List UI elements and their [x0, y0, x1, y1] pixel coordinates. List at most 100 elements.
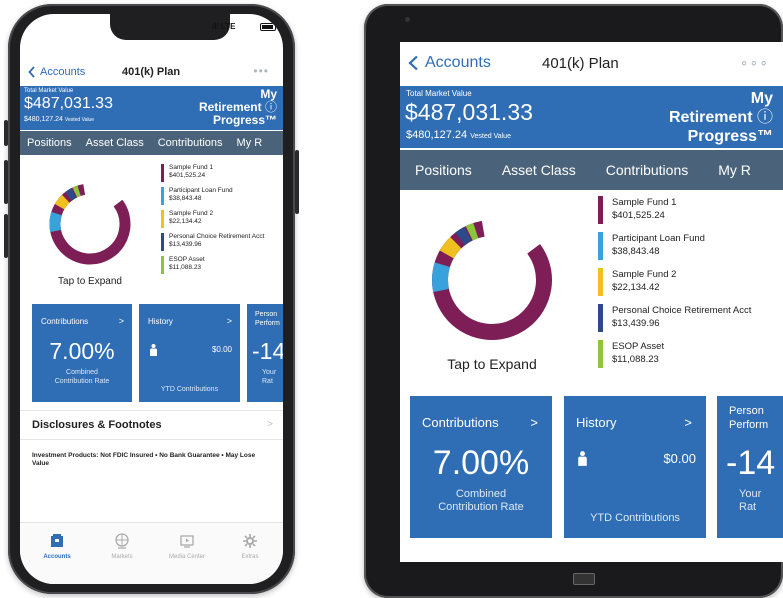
bottom-tab-label: Accounts [43, 554, 71, 560]
phone-progress-line-3: Progress™ [212, 113, 277, 127]
card-title: Contributions [41, 317, 89, 326]
bottom-tab-markets[interactable]: Markets [97, 533, 147, 560]
legend-fund-name: Personal Choice Retirement Acct [612, 305, 752, 316]
legend-item: Participant Loan Fund $38,843.48 [161, 187, 281, 205]
phone-retirement-progress-button[interactable]: My Retirement ⓘ Progress™ [199, 88, 277, 127]
legend-item: Personal Choice Retirement Acct $13,439.9… [598, 304, 781, 332]
card-title: History [148, 317, 173, 326]
card-title-line-1: Person [255, 311, 278, 318]
card-subtitle: Your Rat [739, 488, 761, 514]
legend-item: ESOP Asset $11,088.23 [161, 256, 281, 274]
legend-swatch [161, 233, 164, 251]
tab-contributions[interactable]: Contributions [591, 150, 704, 190]
tablet-progress-line-3: Progress™ [687, 128, 773, 145]
tablet-back-label: Accounts [425, 54, 491, 71]
info-icon[interactable]: ⓘ [265, 100, 277, 114]
tab-contributions[interactable]: Contributions [151, 131, 230, 155]
legend-item: Participant Loan Fund $38,843.48 [598, 232, 781, 260]
info-icon[interactable]: ⓘ [757, 109, 773, 126]
card-title-line-2: Perform [729, 419, 769, 431]
legend-fund-value: $401,525.24 [169, 172, 206, 179]
card-subtitle-line-1: Your [739, 488, 762, 500]
phone-contributions-card[interactable]: Contributions > 7.00% Combined Contribut… [32, 304, 132, 402]
phone-performance-card[interactable]: Person Perform -14 Your Rat [247, 304, 283, 402]
more-icon[interactable]: ∘∘∘ [740, 54, 769, 71]
phone-bottom-tab-bar: Accounts Markets Media Center Extras [20, 522, 283, 584]
tablet-contributions-card[interactable]: Contributions > 7.00% Combined Contribut… [410, 396, 552, 538]
tablet-retirement-progress-button[interactable]: My Retirement ⓘ Progress™ [669, 89, 773, 146]
tablet-performance-card[interactable]: Person Perform -14 Your Rat [717, 396, 783, 538]
phone-disclosures-row[interactable]: Disclosures & Footnotes > [20, 410, 283, 440]
card-title: Person Perform [255, 310, 280, 328]
legend-item: Personal Choice Retirement Acct $13,439.9… [161, 233, 281, 251]
phone-tap-to-expand[interactable]: Tap to Expand [50, 276, 130, 287]
tablet-vested-value: $480,127.24 Vested Value [406, 129, 511, 141]
personal-rate-of-return: -14 [726, 444, 776, 482]
phone-status-signal: ıll LTE [212, 22, 236, 31]
media-center-icon [180, 535, 194, 548]
phone-volume-up [4, 160, 8, 204]
phone-tab-bar: Positions Asset Class Contributions My R [20, 131, 283, 155]
person-icon [150, 344, 157, 356]
tablet-screen: Accounts 401(k) Plan ∘∘∘ Total Market Va… [400, 42, 783, 562]
tab-my-retirement[interactable]: My R [230, 131, 270, 155]
markets-icon [115, 533, 129, 549]
chevron-right-icon: > [267, 419, 273, 430]
card-title-line-2: Perform [255, 320, 280, 327]
donut-slice-1[interactable] [430, 218, 554, 342]
tablet-camera [405, 17, 410, 22]
tab-positions[interactable]: Positions [400, 150, 487, 190]
bottom-tab-label: Extras [241, 554, 259, 560]
phone-total-market-value: $487,031.33 [24, 95, 113, 112]
tablet-summary-header: Total Market Value $487,031.33 $480,127.… [400, 86, 783, 148]
legend-swatch [598, 268, 603, 296]
chevron-left-icon [408, 55, 418, 71]
tab-asset-class[interactable]: Asset Class [79, 131, 151, 155]
legend-fund-value: $38,843.48 [169, 195, 202, 202]
legend-swatch [161, 187, 164, 205]
donut-slice-3[interactable] [430, 218, 554, 342]
legend-fund-name: Sample Fund 1 [612, 197, 677, 208]
bottom-tab-extras[interactable]: Extras [225, 533, 275, 560]
phone-history-card[interactable]: History > $0.00 YTD Contributions [139, 304, 240, 402]
legend-fund-name: ESOP Asset [612, 341, 665, 352]
tab-my-retirement[interactable]: My R [703, 150, 766, 190]
tablet-home-button[interactable] [573, 573, 595, 585]
tablet-history-card[interactable]: History > $0.00 YTD Contributions [564, 396, 706, 538]
card-subtitle-line-2: Rat [739, 501, 757, 513]
bottom-tab-media-center[interactable]: Media Center [162, 533, 212, 560]
tablet-back-button[interactable]: Accounts [408, 54, 491, 72]
legend-swatch [161, 256, 164, 274]
donut-slice-2[interactable] [430, 218, 554, 342]
bottom-tab-label: Markets [111, 554, 133, 560]
donut-slice-5[interactable] [430, 218, 554, 342]
legend-fund-value: $22,134.42 [169, 218, 202, 225]
tablet-tap-to-expand[interactable]: Tap to Expand [430, 356, 554, 372]
tab-asset-class[interactable]: Asset Class [487, 150, 591, 190]
legend-item: ESOP Asset $11,088.23 [598, 340, 781, 368]
bottom-tab-accounts[interactable]: Accounts [32, 533, 82, 560]
tablet-total-market-value: $487,031.33 [405, 99, 533, 125]
legend-fund-value: $401,525.24 [612, 210, 665, 221]
legend-swatch [598, 232, 603, 260]
tablet-fund-legend: Sample Fund 1 $401,525.24 Participant Loa… [598, 196, 781, 376]
tablet-allocation-donut-chart[interactable] [430, 218, 554, 342]
phone-back-button[interactable]: Accounts [28, 66, 85, 78]
phone-allocation-donut-chart[interactable] [47, 181, 133, 267]
tablet-progress-line-1: My [750, 90, 773, 107]
person-icon [578, 451, 587, 466]
extras-icon [243, 534, 257, 548]
donut-slice-4[interactable] [430, 218, 554, 342]
battery-icon [260, 23, 276, 31]
tablet-tab-bar: Positions Asset Class Contributions My R [400, 150, 783, 190]
legend-fund-value: $11,088.23 [169, 264, 202, 271]
more-icon[interactable]: ••• [253, 64, 269, 78]
chevron-right-icon: > [226, 316, 232, 326]
tab-positions[interactable]: Positions [20, 131, 79, 155]
card-title: History [576, 415, 617, 430]
legend-item: Sample Fund 2 $22,134.42 [598, 268, 781, 296]
legend-fund-name: ESOP Asset [169, 256, 205, 263]
legend-fund-name: Participant Loan Fund [612, 233, 705, 244]
phone-vested-value: $480,127.24 Vested Value [24, 116, 94, 123]
chevron-left-icon [28, 66, 35, 78]
